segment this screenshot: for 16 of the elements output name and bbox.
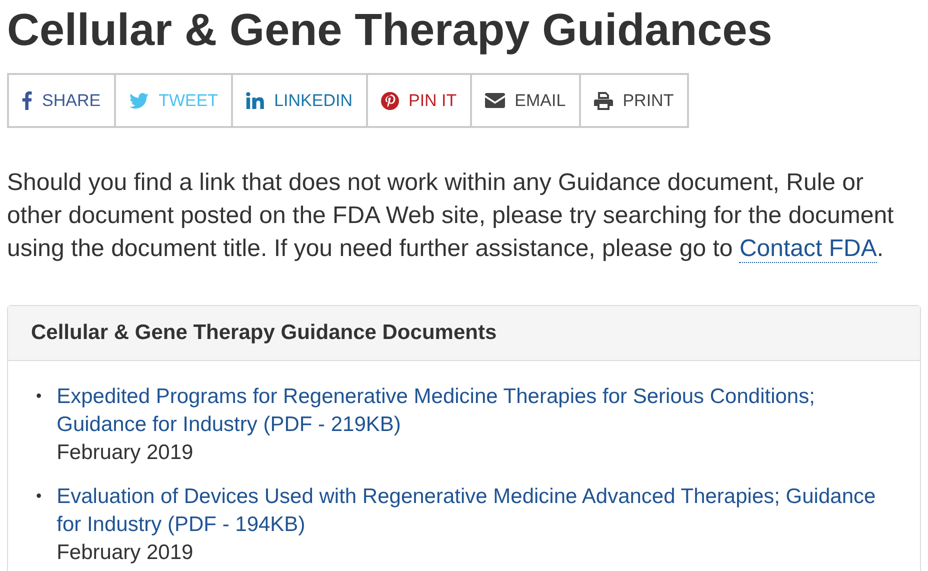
printer-icon [594, 92, 613, 110]
facebook-icon [22, 91, 32, 110]
contact-link[interactable]: Contact FDA [739, 235, 877, 263]
bird-icon [128, 92, 149, 108]
document-link[interactable]: Evaluation of Devices Used with Regenerative Medicine Advanced Therapies; Guidance for Industry (PDF - 194KB) [56, 483, 892, 539]
document-link[interactable]: Expedited Programs for Regenerative Medicine Therapies for Serious Conditions; Guidance for Industry (PDF - 219KB) [56, 383, 892, 439]
list-bullet: • [36, 387, 42, 407]
pinterest-icon [380, 92, 398, 110]
envelope-icon [484, 93, 505, 108]
linkedin-icon [246, 92, 264, 109]
intro-paragraph: Should you find a link that does not work within any Guidance document, Rule or other document posted on the FDA Web site, please try searching for the document using the document title. If you need further assistance, please go to Contact FDA. [7, 168, 895, 265]
panel-heading: Cellular & Gene Therapy Guidance Documents [31, 321, 497, 344]
document-date: February 2019 [56, 440, 194, 466]
list-bullet: • [36, 487, 42, 507]
document-date: February 2019 [56, 540, 194, 566]
page-title: Cellular & Gene Therapy Guidances [7, 3, 772, 56]
